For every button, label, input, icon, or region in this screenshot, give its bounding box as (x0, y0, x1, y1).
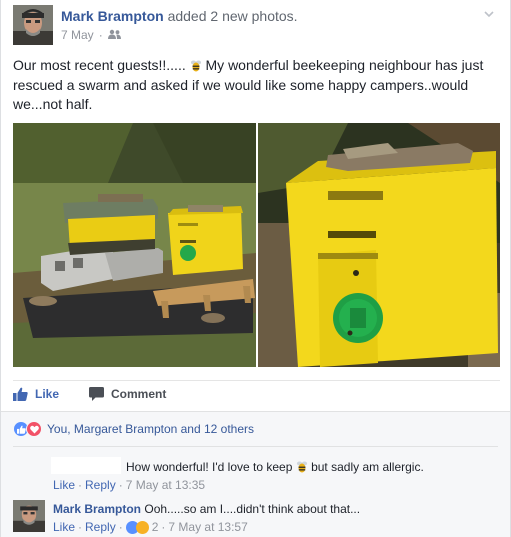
reply-like-link[interactable]: Like (53, 520, 75, 534)
photo-post: Mark Brampton added 2 new photos. 7 May … (0, 0, 511, 537)
author-name-link[interactable]: Mark Brampton (61, 8, 164, 24)
reply-actions: Like · Reply · 2 · 7 May at 13:57 (53, 520, 248, 534)
reply-timestamp[interactable]: 7 May at 13:57 (168, 520, 247, 534)
post-text: Our most recent guests!!..... My wonderf… (13, 56, 501, 115)
comment-text: How wonderful! I'd love to keep but sadl… (126, 460, 424, 474)
reply-text: Ooh.....so am I....didn't think about th… (144, 502, 361, 516)
photo-hive-closeup[interactable] (258, 123, 500, 367)
post-headline: Mark Brampton added 2 new photos. (61, 8, 298, 24)
separator-dot: · (161, 520, 166, 534)
comment-actions: Like · Reply · 7 May at 13:35 (53, 478, 205, 492)
post-text-part-1: Our most recent guests!!..... (13, 57, 186, 73)
separator-dot: · (78, 520, 83, 534)
reply-reaction-count[interactable]: 2 (152, 520, 159, 534)
meta-separator: · (98, 28, 103, 42)
comment-button[interactable]: Comment (89, 387, 166, 401)
post-action-bar: Like Comment (13, 380, 500, 410)
comment-timestamp[interactable]: 7 May at 13:35 (126, 478, 205, 492)
reaction-summary[interactable]: You, Margaret Brampton and 12 others (13, 421, 254, 437)
separator-dot: · (118, 520, 123, 534)
separator-dot: · (118, 478, 123, 492)
friends-audience-icon[interactable] (107, 28, 121, 42)
reply-author-name[interactable]: Mark Brampton (53, 502, 141, 516)
commenter-name-redacted (51, 457, 121, 474)
author-avatar[interactable] (13, 5, 53, 45)
post-header: Mark Brampton added 2 new photos. 7 May … (13, 5, 500, 47)
reply-reply-link[interactable]: Reply (85, 520, 116, 534)
reply-author-avatar[interactable] (13, 500, 45, 532)
comment-button-label: Comment (111, 387, 167, 401)
like-button[interactable]: Like (13, 387, 59, 401)
like-button-label: Like (35, 387, 60, 401)
comment-icon (89, 387, 104, 401)
chevron-down-icon[interactable] (482, 7, 496, 21)
thumbs-up-icon (13, 387, 28, 401)
comment-text-part-1: How wonderful! I'd love to keep (126, 460, 293, 474)
reply-comment: Mark Brampton Ooh.....so am I....didn't … (53, 502, 360, 516)
love-reaction-icon (26, 421, 42, 437)
reaction-summary-text: You, Margaret Brampton and 12 others (47, 422, 255, 436)
post-date-link[interactable]: 7 May (61, 28, 94, 42)
photo-grid (13, 123, 500, 367)
separator-dot: · (78, 478, 83, 492)
photo-hives-in-garden[interactable] (13, 123, 256, 367)
comment-like-link[interactable]: Like (53, 478, 75, 492)
post-meta: 7 May · (61, 28, 121, 42)
commenter-avatar[interactable] (13, 457, 45, 489)
haha-reaction-icon[interactable] (135, 520, 149, 534)
bee-emoji-icon (190, 60, 201, 72)
bee-emoji-icon (296, 461, 307, 473)
comment-text-part-2: but sadly am allergic. (311, 460, 424, 474)
comment-reply-link[interactable]: Reply (85, 478, 116, 492)
divider (13, 446, 498, 447)
comment-section: You, Margaret Brampton and 12 others How… (1, 411, 510, 537)
post-action-text: added 2 new photos. (167, 8, 298, 24)
